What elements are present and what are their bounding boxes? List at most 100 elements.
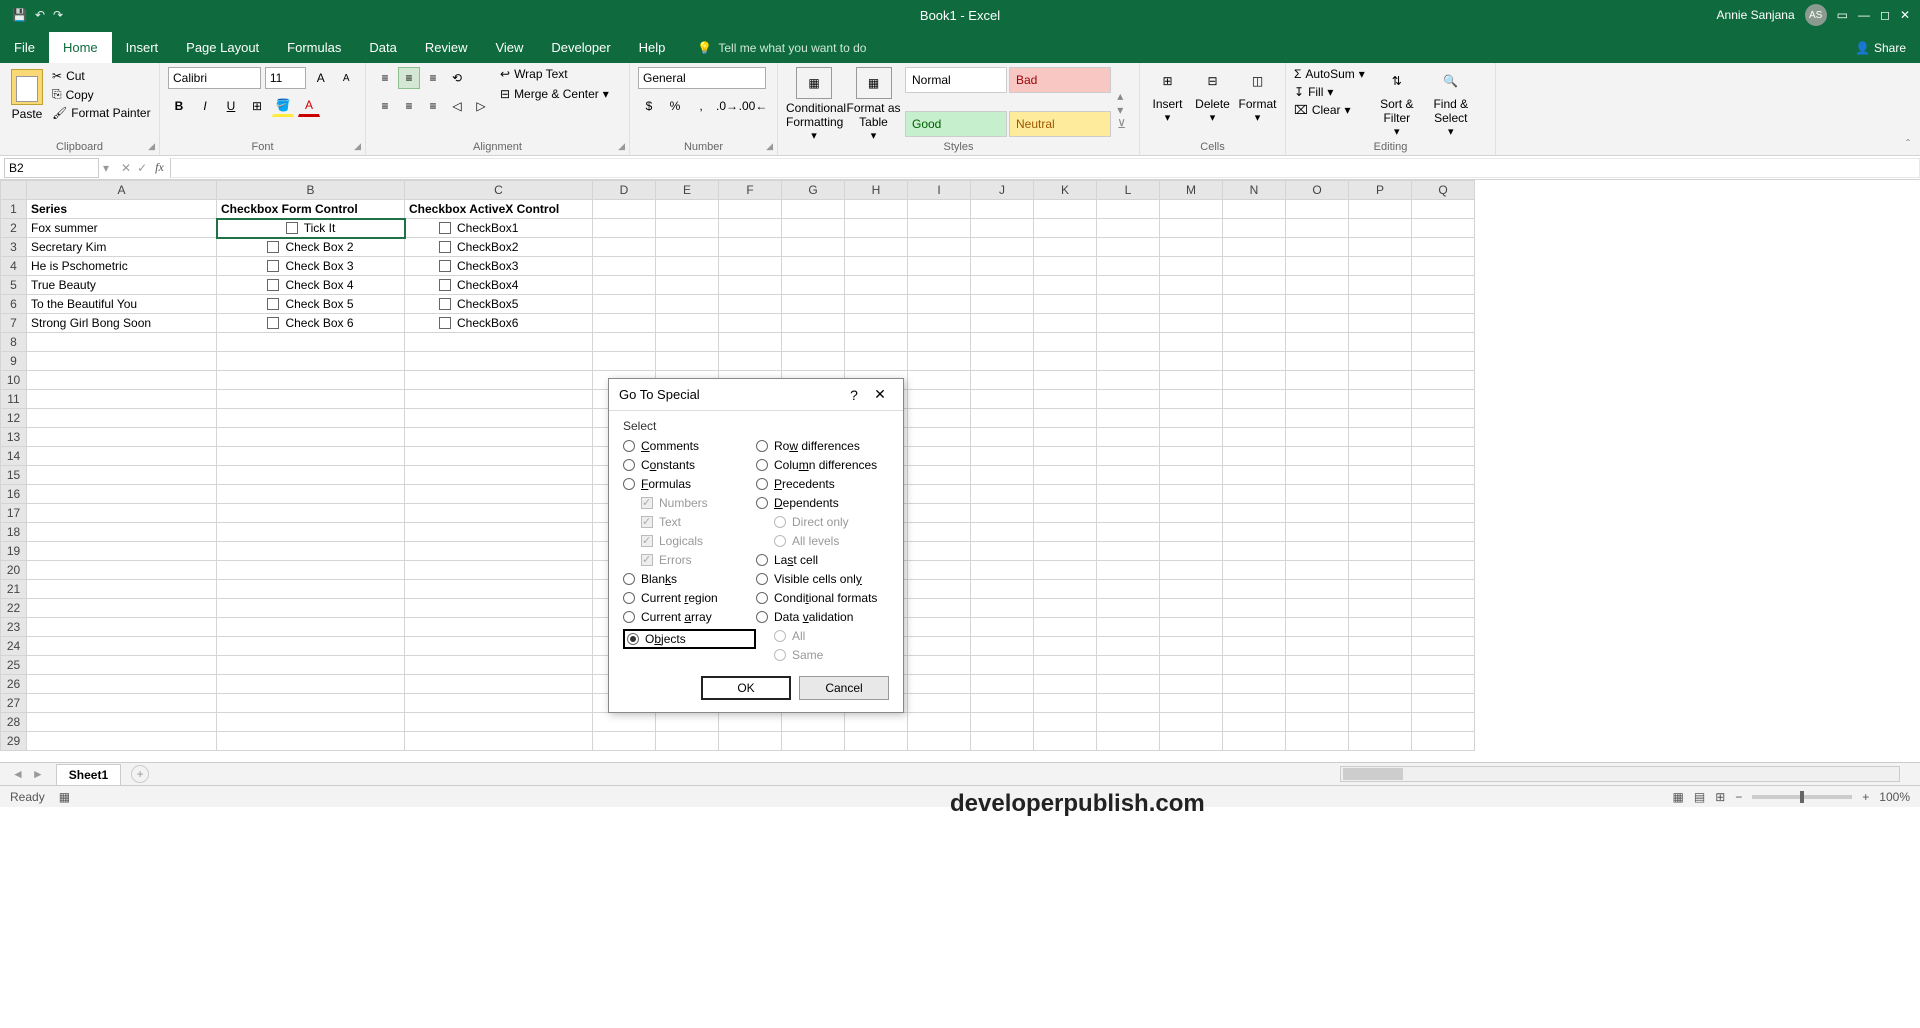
cell[interactable] [971, 314, 1034, 333]
cell[interactable] [1349, 542, 1412, 561]
clear-button[interactable]: ⌧Clear ▾ [1294, 103, 1365, 117]
percent-icon[interactable]: % [664, 95, 686, 117]
cell[interactable] [217, 656, 405, 675]
row-header[interactable]: 18 [1, 523, 27, 542]
cell[interactable] [971, 276, 1034, 295]
cell[interactable] [1097, 200, 1160, 219]
cell[interactable] [971, 561, 1034, 580]
ok-button[interactable]: OK [701, 676, 791, 700]
cell[interactable] [405, 732, 593, 751]
cell[interactable] [1160, 238, 1223, 257]
cell[interactable] [1223, 542, 1286, 561]
cell[interactable] [1286, 523, 1349, 542]
cell[interactable]: He is Pschometric [27, 257, 217, 276]
dialog-launcher-icon[interactable]: ◢ [766, 141, 773, 152]
cell[interactable] [1412, 561, 1475, 580]
close-icon[interactable]: ✕ [867, 386, 893, 403]
redo-icon[interactable]: ↷ [53, 8, 63, 22]
cell[interactable] [971, 409, 1034, 428]
row-header[interactable]: 8 [1, 333, 27, 352]
cell[interactable] [1097, 618, 1160, 637]
increase-indent-icon[interactable]: ▷ [470, 95, 492, 117]
share-button[interactable]: 👤 Share [1841, 33, 1920, 63]
format-painter-button[interactable]: 🖌Format Painter [52, 106, 151, 120]
cell[interactable]: Check Box 6 [217, 314, 405, 333]
cell[interactable] [1097, 466, 1160, 485]
cell[interactable] [1286, 371, 1349, 390]
cell[interactable] [1349, 732, 1412, 751]
checkbox-icon[interactable] [439, 298, 451, 310]
checkbox-icon[interactable] [286, 222, 298, 234]
cell[interactable] [1412, 542, 1475, 561]
cell[interactable] [1286, 295, 1349, 314]
cell[interactable] [1160, 694, 1223, 713]
close-icon[interactable]: ✕ [1900, 8, 1910, 22]
name-box[interactable]: B2 [4, 158, 99, 178]
cell[interactable] [971, 428, 1034, 447]
cell[interactable]: Check Box 4 [217, 276, 405, 295]
cell[interactable] [971, 200, 1034, 219]
cell[interactable] [971, 656, 1034, 675]
cell[interactable] [217, 504, 405, 523]
cell[interactable] [1349, 390, 1412, 409]
cell[interactable] [593, 713, 656, 732]
cell[interactable] [782, 732, 845, 751]
cell[interactable] [1160, 257, 1223, 276]
cell[interactable] [1349, 238, 1412, 257]
row-header[interactable]: 4 [1, 257, 27, 276]
cell[interactable] [593, 333, 656, 352]
row-header[interactable]: 6 [1, 295, 27, 314]
cell[interactable] [1349, 561, 1412, 580]
row-header[interactable]: 5 [1, 276, 27, 295]
cell[interactable] [1034, 732, 1097, 751]
cell[interactable] [27, 713, 217, 732]
cell[interactable] [1286, 314, 1349, 333]
row-header[interactable]: 20 [1, 561, 27, 580]
cell[interactable] [217, 675, 405, 694]
cell[interactable] [1097, 637, 1160, 656]
undo-icon[interactable]: ↶ [35, 8, 45, 22]
cell[interactable]: Tick It [217, 219, 405, 238]
radio-current-region[interactable]: Current region [623, 591, 756, 605]
cell[interactable] [719, 732, 782, 751]
col-header[interactable]: G [782, 181, 845, 200]
cell[interactable] [908, 371, 971, 390]
cell[interactable]: Strong Girl Bong Soon [27, 314, 217, 333]
cell[interactable] [1412, 485, 1475, 504]
cell[interactable] [1286, 257, 1349, 276]
bold-button[interactable]: B [168, 95, 190, 117]
col-header[interactable]: L [1097, 181, 1160, 200]
cell[interactable] [656, 276, 719, 295]
checkbox-icon[interactable] [439, 317, 451, 329]
row-header[interactable]: 2 [1, 219, 27, 238]
cell[interactable] [1034, 675, 1097, 694]
zoom-out-icon[interactable]: − [1735, 790, 1742, 804]
cancel-button[interactable]: Cancel [799, 676, 889, 700]
checkbox-icon[interactable] [439, 279, 451, 291]
cell[interactable] [1097, 276, 1160, 295]
cell[interactable] [1160, 732, 1223, 751]
cell[interactable]: Check Box 5 [217, 295, 405, 314]
cell[interactable] [1412, 276, 1475, 295]
cell[interactable] [1412, 523, 1475, 542]
cell[interactable] [1097, 713, 1160, 732]
cell[interactable] [593, 200, 656, 219]
cell[interactable] [1160, 542, 1223, 561]
col-header[interactable]: I [908, 181, 971, 200]
col-header[interactable]: P [1349, 181, 1412, 200]
cell[interactable] [908, 656, 971, 675]
cell[interactable] [1412, 637, 1475, 656]
cell[interactable] [1097, 428, 1160, 447]
row-header[interactable]: 14 [1, 447, 27, 466]
cell[interactable] [593, 219, 656, 238]
cell[interactable] [782, 219, 845, 238]
cell[interactable] [1349, 219, 1412, 238]
col-header[interactable]: Q [1412, 181, 1475, 200]
tab-developer[interactable]: Developer [537, 32, 624, 63]
cell[interactable] [1034, 238, 1097, 257]
cell[interactable] [1034, 656, 1097, 675]
align-left-icon[interactable]: ≡ [374, 95, 396, 117]
cell[interactable] [782, 295, 845, 314]
cell[interactable] [971, 485, 1034, 504]
row-header[interactable]: 21 [1, 580, 27, 599]
